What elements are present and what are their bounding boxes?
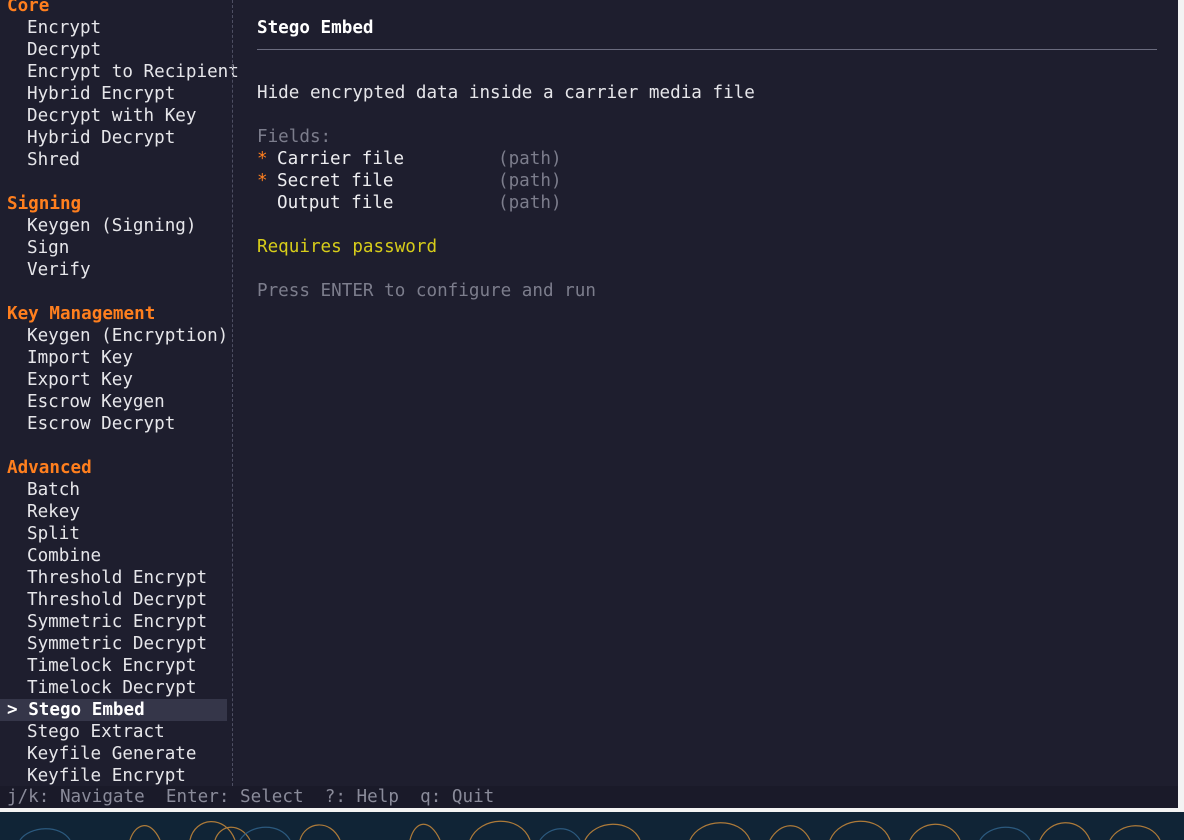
field-name: Output file xyxy=(277,193,394,213)
menu-item-decrypt-with-key[interactable]: Decrypt with Key xyxy=(0,105,232,127)
sidebar-divider xyxy=(232,0,233,786)
menu-item-hybrid-decrypt[interactable]: Hybrid Decrypt xyxy=(0,127,232,149)
field-row-carrier-file: * Carrier file (path) xyxy=(257,148,1157,170)
menu-item-stego-extract[interactable]: Stego Extract xyxy=(0,721,232,743)
menu-item-batch[interactable]: Batch xyxy=(0,479,232,501)
desktop-wallpaper xyxy=(0,812,1184,840)
menu-item-stego-embed-selected[interactable]: > Stego Embed xyxy=(0,699,227,721)
section-heading-core: Core xyxy=(7,0,50,16)
menu-item-shred[interactable]: Shred xyxy=(0,149,232,171)
field-row-secret-file: * Secret file (path) xyxy=(257,170,1157,192)
field-name: Carrier file xyxy=(277,149,405,169)
menu-item-verify[interactable]: Verify xyxy=(0,259,232,281)
menu-item-timelock-decrypt[interactable]: Timelock Decrypt xyxy=(0,677,232,699)
menu-item-encrypt[interactable]: Encrypt xyxy=(0,17,232,39)
password-note: Requires password xyxy=(257,237,438,257)
window-border-right xyxy=(1178,0,1184,812)
detail-title: Stego Embed xyxy=(257,18,374,38)
menu-item-timelock-encrypt[interactable]: Timelock Encrypt xyxy=(0,655,232,677)
field-name: Secret file xyxy=(277,171,394,191)
contour-pattern xyxy=(19,820,1161,840)
fields-label: Fields: xyxy=(257,127,332,147)
field-type: (path) xyxy=(498,193,562,213)
menu-item-rekey[interactable]: Rekey xyxy=(0,501,232,523)
required-marker: * xyxy=(257,171,268,191)
field-type: (path) xyxy=(498,149,562,169)
menu-item-keyfile-generate[interactable]: Keyfile Generate xyxy=(0,743,232,765)
field-type: (path) xyxy=(498,171,562,191)
menu-item-combine[interactable]: Combine xyxy=(0,545,232,567)
menu-item-label: Stego Embed xyxy=(28,700,145,720)
detail-panel: Stego Embed Hide encrypted data inside a… xyxy=(257,17,1157,302)
menu-item-sign[interactable]: Sign xyxy=(0,237,232,259)
menu-item-hybrid-encrypt[interactable]: Hybrid Encrypt xyxy=(0,83,232,105)
menu-item-decrypt[interactable]: Decrypt xyxy=(0,39,232,61)
run-hint: Press ENTER to configure and run xyxy=(257,281,596,301)
menu-item-escrow-keygen[interactable]: Escrow Keygen xyxy=(0,391,232,413)
menu-item-export-key[interactable]: Export Key xyxy=(0,369,232,391)
required-marker: * xyxy=(257,149,268,169)
sidebar-menu: Core Encrypt Decrypt Encrypt to Recipien… xyxy=(0,0,239,787)
menu-item-symmetric-encrypt[interactable]: Symmetric Encrypt xyxy=(0,611,232,633)
detail-description: Hide encrypted data inside a carrier med… xyxy=(257,83,755,103)
section-heading-signing: Signing xyxy=(7,194,82,214)
menu-item-import-key[interactable]: Import Key xyxy=(0,347,232,369)
menu-item-threshold-decrypt[interactable]: Threshold Decrypt xyxy=(0,589,232,611)
menu-item-split[interactable]: Split xyxy=(0,523,232,545)
menu-item-symmetric-decrypt[interactable]: Symmetric Decrypt xyxy=(0,633,232,655)
section-heading-key-management: Key Management xyxy=(7,304,156,324)
terminal-window: Core Encrypt Decrypt Encrypt to Recipien… xyxy=(0,0,1178,808)
menu-item-threshold-encrypt[interactable]: Threshold Encrypt xyxy=(0,567,232,589)
status-bar: j/k: Navigate Enter: Select ?: Help q: Q… xyxy=(0,786,1178,808)
section-heading-advanced: Advanced xyxy=(7,458,92,478)
field-row-output-file: Output file (path) xyxy=(257,192,1157,214)
menu-item-keyfile-encrypt[interactable]: Keyfile Encrypt xyxy=(0,765,232,787)
menu-item-encrypt-to-recipient[interactable]: Encrypt to Recipient xyxy=(0,61,239,83)
menu-item-escrow-decrypt[interactable]: Escrow Decrypt xyxy=(0,413,232,435)
menu-item-keygen-encryption[interactable]: Keygen (Encryption) xyxy=(0,325,232,347)
menu-item-keygen-signing[interactable]: Keygen (Signing) xyxy=(0,215,232,237)
selection-marker: > xyxy=(7,700,29,720)
